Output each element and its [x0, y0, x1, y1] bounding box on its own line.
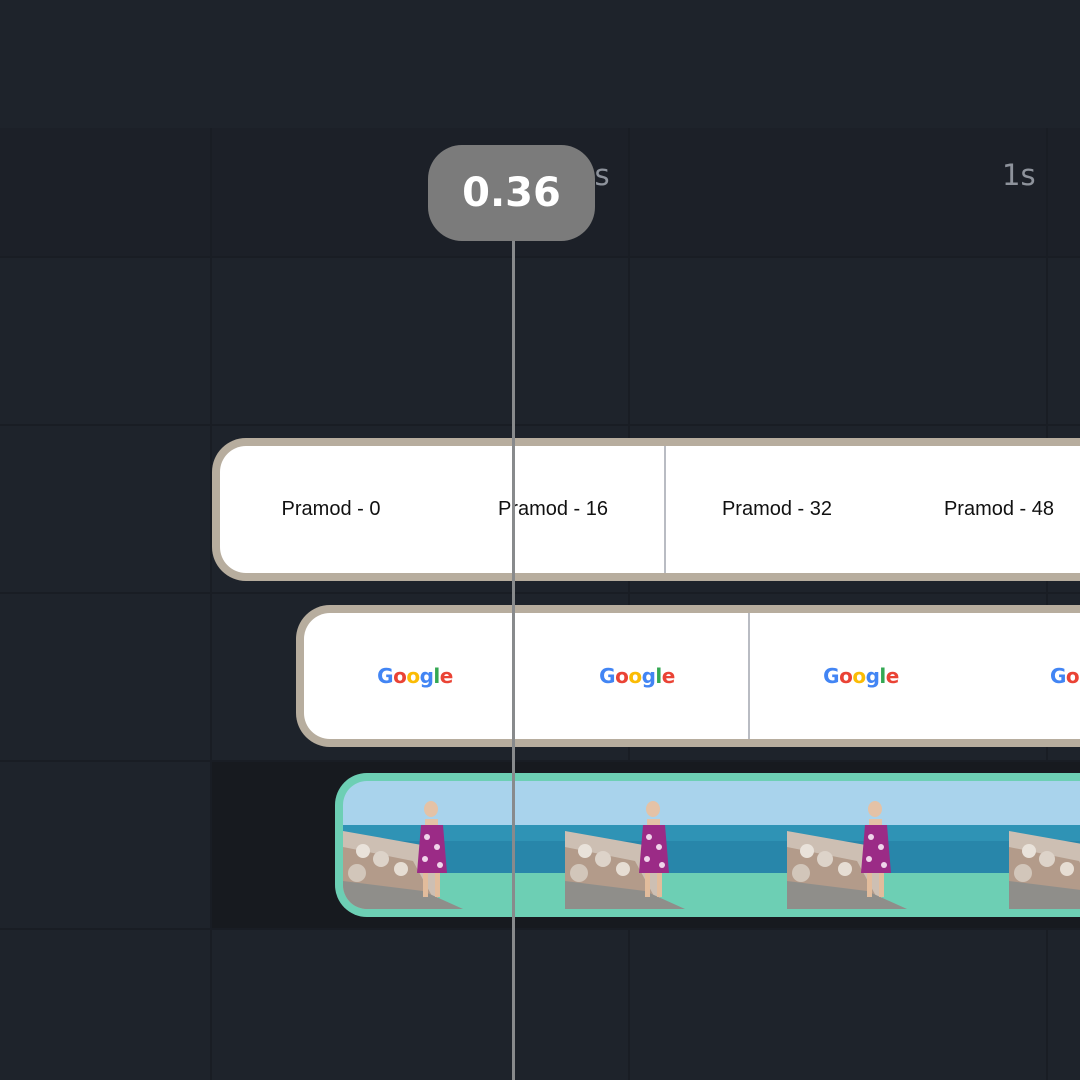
row-divider [0, 928, 1080, 930]
top-bar [0, 0, 1080, 128]
video-clip[interactable] [335, 773, 1080, 917]
video-thumbnail [787, 781, 1009, 909]
beach-photo-icon [343, 781, 565, 909]
row-divider [0, 592, 1080, 594]
beach-photo-icon [787, 781, 1009, 909]
column-divider [1046, 128, 1048, 1080]
clip-frame: Pramod - 16 [442, 446, 664, 573]
frame-label: Pramod - 32 [721, 498, 833, 520]
google-logo: Google [377, 664, 453, 688]
clip-frame: Pramod - 32 [666, 446, 888, 573]
playhead-line[interactable] [512, 236, 515, 1080]
image-clip[interactable]: Google Google Google Google [296, 605, 1080, 747]
frame-label: Pramod - 0 [281, 498, 381, 520]
google-logo: Google [1050, 664, 1080, 688]
clip-frame: Google [750, 613, 972, 739]
frame-label: Pramod - 48 [943, 498, 1055, 520]
google-logo: Google [599, 664, 675, 688]
clip-frame: Pramod - 0 [220, 446, 442, 573]
column-divider [210, 128, 212, 1080]
clip-frame: Google [526, 613, 748, 739]
clip-frame: Pramod - 48 [888, 446, 1080, 573]
video-thumbnail [1009, 781, 1080, 909]
text-clip[interactable]: Pramod - 0 Pramod - 16 Pramod - 32 Pramo… [212, 438, 1080, 581]
row-divider [0, 256, 1080, 258]
beach-photo-icon [1009, 781, 1080, 909]
ruler-tick-label: 1s [1002, 158, 1036, 192]
beach-photo-icon [565, 781, 787, 909]
google-logo: Google [823, 664, 899, 688]
clip-frame: Google [304, 613, 526, 739]
playhead-time-badge[interactable]: 0.36 [428, 145, 595, 241]
video-thumbnail [565, 781, 787, 909]
row-divider [0, 424, 1080, 426]
clip-frame: Google [972, 613, 1080, 739]
video-thumbnail [343, 781, 565, 909]
column-divider [628, 128, 630, 1080]
